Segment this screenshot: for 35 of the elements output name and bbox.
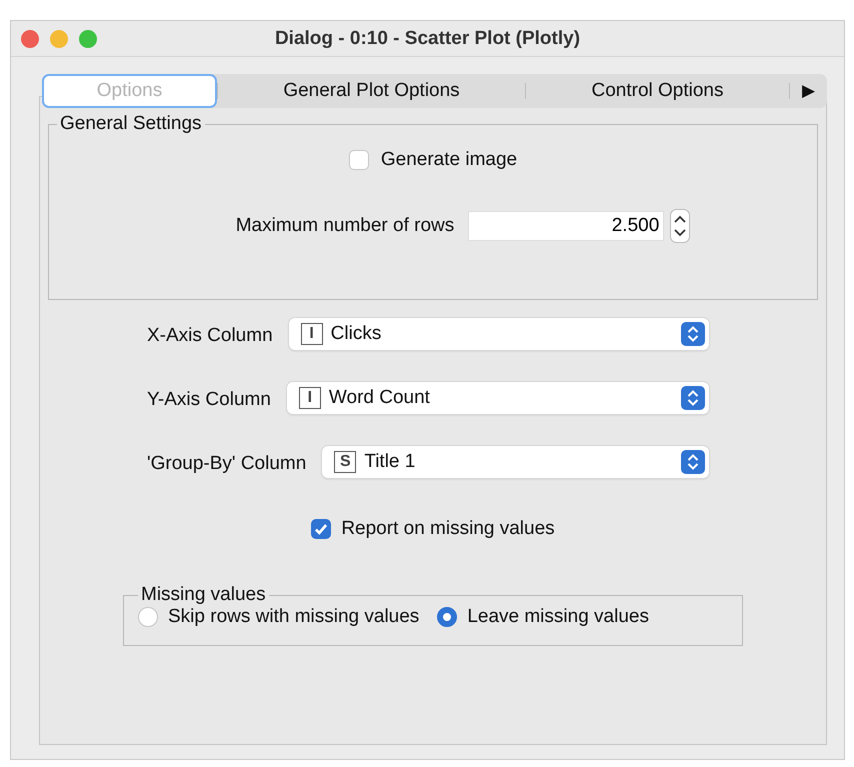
column-dropdown[interactable]: I Word Count xyxy=(286,382,709,414)
tab[interactable]: Control Options xyxy=(526,74,789,108)
column-dropdown[interactable]: S Title 1 xyxy=(322,446,709,478)
radio-label: Leave missing values xyxy=(467,606,649,628)
window-title: Dialog - 0:10 - Scatter Plot (Plotly) xyxy=(274,28,580,50)
radio-button[interactable] xyxy=(437,607,458,627)
dropdown-value: Word Count xyxy=(328,387,431,409)
field-label: 'Group-By' Column xyxy=(147,453,306,475)
radio-label: Skip rows with missing values xyxy=(168,606,420,628)
radio-button[interactable] xyxy=(138,607,158,627)
checkbox[interactable] xyxy=(348,150,369,170)
tab-scroll-button[interactable]: ▶ xyxy=(790,74,827,108)
chevrons-icon xyxy=(681,450,705,474)
dropdown-value: Clicks xyxy=(330,323,382,345)
type-badge: I xyxy=(298,387,321,409)
checkbox-label: Generate image xyxy=(380,149,518,171)
group-title: General Settings xyxy=(59,113,203,135)
zoom-button[interactable] xyxy=(79,30,97,48)
group-title: Missing values xyxy=(140,584,267,606)
field-label: Maximum number of rows xyxy=(236,215,454,237)
checkbox[interactable] xyxy=(311,519,332,539)
minimize-button[interactable] xyxy=(50,30,68,48)
field-label: Y-Axis Column xyxy=(147,389,271,411)
tab[interactable]: General Plot Options xyxy=(218,74,525,108)
chevrons-icon xyxy=(681,322,705,346)
checkbox-label: Report on missing values xyxy=(341,518,555,540)
dropdown-value: Title 1 xyxy=(364,451,416,473)
close-button[interactable] xyxy=(21,30,39,48)
type-badge: S xyxy=(334,451,356,473)
field-label: X-Axis Column xyxy=(147,325,273,347)
column-dropdown[interactable]: I Clicks xyxy=(288,318,709,350)
number-field[interactable]: 2.500 xyxy=(468,211,664,241)
stepper-icon[interactable] xyxy=(670,209,690,243)
chevrons-icon xyxy=(681,386,705,410)
type-badge: I xyxy=(300,323,323,345)
